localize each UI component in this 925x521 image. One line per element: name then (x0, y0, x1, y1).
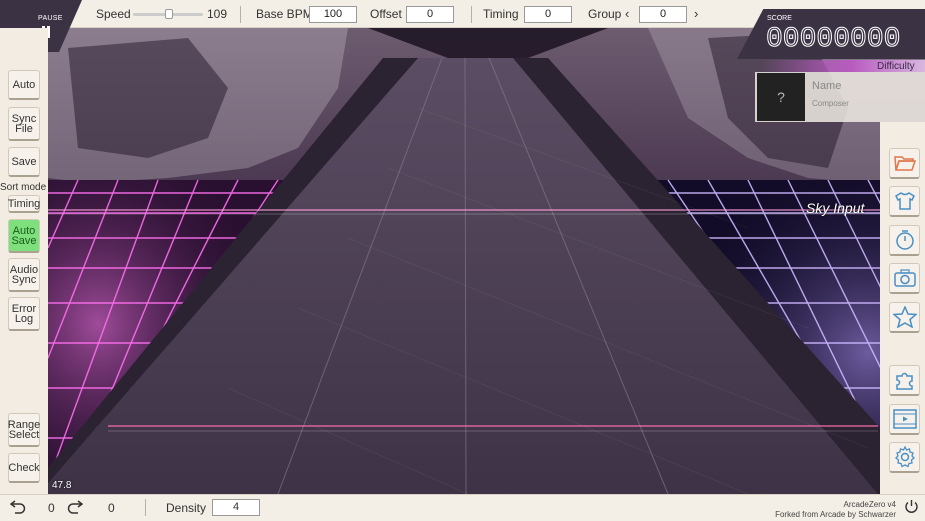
error-log-button[interactable]: Error Log (8, 297, 40, 331)
undo-count: 0 (48, 501, 55, 515)
camera-icon (893, 269, 916, 287)
score-value: 00000000 (765, 24, 901, 56)
gear-icon (894, 446, 915, 468)
timing-label: Timing (483, 7, 519, 21)
check-label: Check (8, 461, 40, 474)
audio-sync-label-1: Audio (9, 263, 39, 276)
density-field[interactable]: 4 (212, 499, 260, 516)
fork-credit: Forked from Arcade by Schwarzer (775, 510, 896, 519)
auto-save-label-1: Auto (12, 224, 36, 237)
timer-icon (895, 230, 914, 250)
composer-name: Composer (812, 99, 849, 108)
undo-button[interactable] (9, 498, 26, 519)
settings-button[interactable] (889, 442, 920, 473)
divider (145, 499, 146, 516)
sort-mode-timing-button[interactable]: Timing (8, 195, 40, 213)
sky-input-label: Sky Input (806, 200, 865, 216)
redo-count: 0 (108, 501, 115, 515)
video-button[interactable] (889, 404, 920, 435)
auto-label: Auto (12, 78, 36, 91)
divider (240, 6, 241, 23)
auto-save-toggle[interactable]: Auto Save (8, 219, 40, 253)
speed-slider-handle[interactable] (165, 9, 173, 19)
timing-tool-button[interactable] (889, 225, 920, 256)
error-log-label-2: Log (14, 312, 34, 325)
base-bpm-field[interactable]: 100 (309, 6, 357, 23)
plugins-button[interactable] (889, 365, 920, 396)
shirt-icon (894, 192, 915, 210)
audio-sync-button[interactable]: Audio Sync (8, 258, 40, 292)
check-button[interactable]: Check (8, 453, 40, 483)
error-log-label-1: Error (11, 302, 37, 315)
timing-field[interactable]: 0 (524, 6, 572, 23)
version-label: ArcadeZero v4 (843, 500, 896, 509)
chevron-left-icon[interactable]: ‹ (625, 6, 629, 21)
chevron-right-icon[interactable]: › (694, 6, 698, 21)
redo-button[interactable] (67, 498, 84, 519)
range-select-label-1: Range (7, 418, 41, 431)
skin-button[interactable] (889, 186, 920, 217)
screenshot-button[interactable] (889, 263, 920, 294)
audio-sync-label-2: Sync (11, 273, 37, 286)
editor-window: Sky Input 47.8 PAUSE Speed 109 Base BPM … (0, 0, 925, 521)
sort-mode-value: Timing (7, 197, 41, 210)
pause-label: PAUSE (38, 15, 63, 22)
range-select-button[interactable]: Range Select (8, 413, 40, 447)
redo-icon (67, 500, 84, 514)
divider (471, 6, 472, 23)
power-button[interactable] (904, 499, 919, 519)
score-label: SCORE (767, 15, 792, 22)
auto-button[interactable]: Auto (8, 70, 40, 100)
open-folder-button[interactable] (889, 148, 920, 179)
folder-icon (893, 156, 916, 171)
offset-field[interactable]: 0 (406, 6, 454, 23)
difficulty-label: Difficulty (877, 61, 915, 72)
base-bpm-label: Base BPM (256, 7, 313, 21)
sync-file-label-1: Sync (11, 112, 37, 125)
fps-counter: 47.8 (52, 480, 72, 491)
favorite-button[interactable] (889, 302, 920, 333)
range-select-label-2: Select (8, 428, 40, 441)
power-icon (905, 500, 918, 513)
sort-mode-label: Sort mode (0, 182, 47, 193)
puzzle-icon (895, 372, 913, 390)
cover-art-placeholder: ? (757, 73, 805, 121)
speed-value: 109 (207, 7, 228, 21)
save-label: Save (11, 155, 37, 168)
sync-file-button[interactable]: Sync File (8, 107, 40, 141)
save-button[interactable]: Save (8, 147, 40, 177)
density-label: Density (166, 501, 207, 515)
group-field[interactable]: 0 (639, 6, 687, 23)
undo-icon (9, 500, 26, 514)
speed-label: Speed (96, 7, 131, 21)
sync-file-label-2: File (15, 122, 33, 135)
offset-label: Offset (370, 7, 402, 21)
star-icon (892, 306, 917, 328)
video-icon (892, 409, 917, 429)
auto-save-label-2: Save (11, 234, 37, 247)
song-name: Name (812, 80, 842, 92)
group-label: Group (588, 7, 622, 21)
